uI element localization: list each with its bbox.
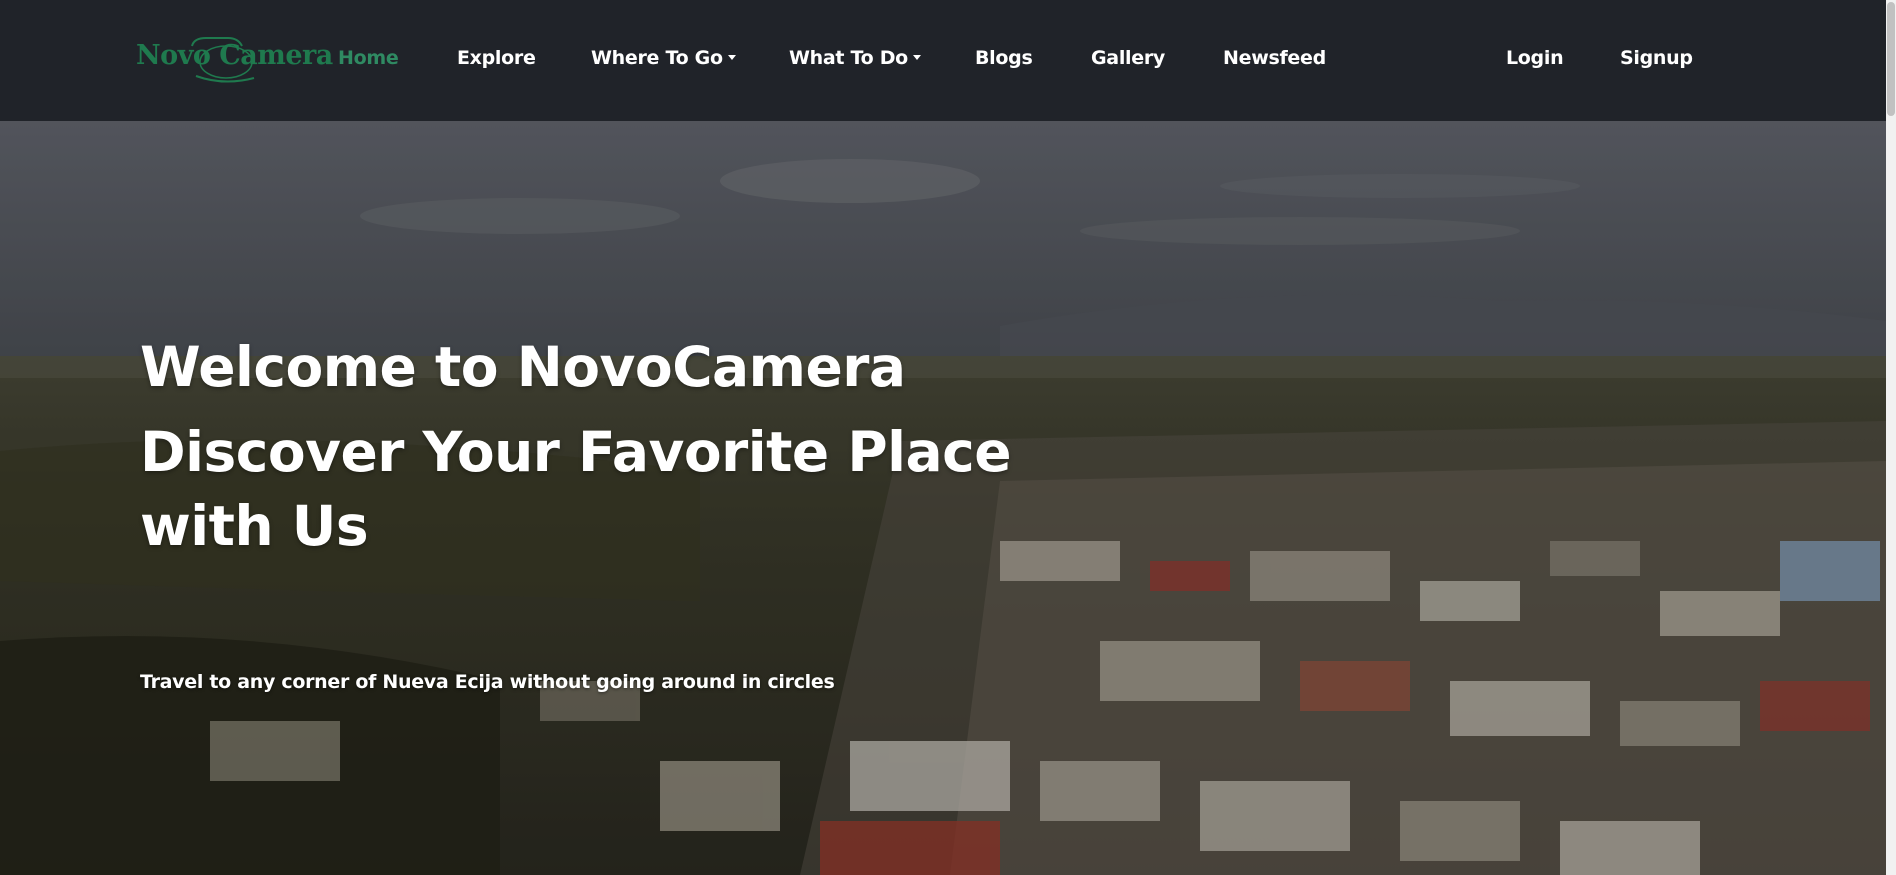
nav-where-to-go-label: Where To Go	[591, 47, 723, 69]
page-scrollbar[interactable]	[1886, 0, 1896, 875]
nav-what-to-do[interactable]: What To Do	[789, 47, 921, 69]
hero-subtitle: Travel to any corner of Nueva Ecija with…	[140, 671, 835, 693]
caret-down-icon	[912, 55, 921, 60]
scrollbar-thumb[interactable]	[1887, 2, 1895, 116]
nav-login[interactable]: Login	[1506, 47, 1564, 69]
brand-name: Novo Camera	[136, 40, 333, 71]
hero-section: Welcome to NovoCamera Discover Your Favo…	[0, 121, 1886, 875]
caret-down-icon	[727, 55, 736, 60]
nav-explore[interactable]: Explore	[457, 47, 536, 69]
nav-what-to-do-label: What To Do	[789, 47, 908, 69]
nav-signup[interactable]: Signup	[1620, 47, 1693, 69]
hero-title-line-2: Discover Your Favorite Place	[140, 420, 1012, 484]
brand-logo[interactable]: Novo Camera	[134, 32, 333, 84]
nav-newsfeed[interactable]: Newsfeed	[1223, 47, 1326, 69]
nav-home[interactable]: Home	[338, 47, 399, 69]
hero-title-line-1: Welcome to NovoCamera	[140, 335, 906, 399]
nav-gallery[interactable]: Gallery	[1091, 47, 1165, 69]
top-navbar: Novo Camera Home Explore Where To Go Wha…	[0, 0, 1886, 121]
hero-title-line-3: with Us	[140, 494, 369, 558]
nav-where-to-go[interactable]: Where To Go	[591, 47, 736, 69]
nav-blogs[interactable]: Blogs	[975, 47, 1033, 69]
